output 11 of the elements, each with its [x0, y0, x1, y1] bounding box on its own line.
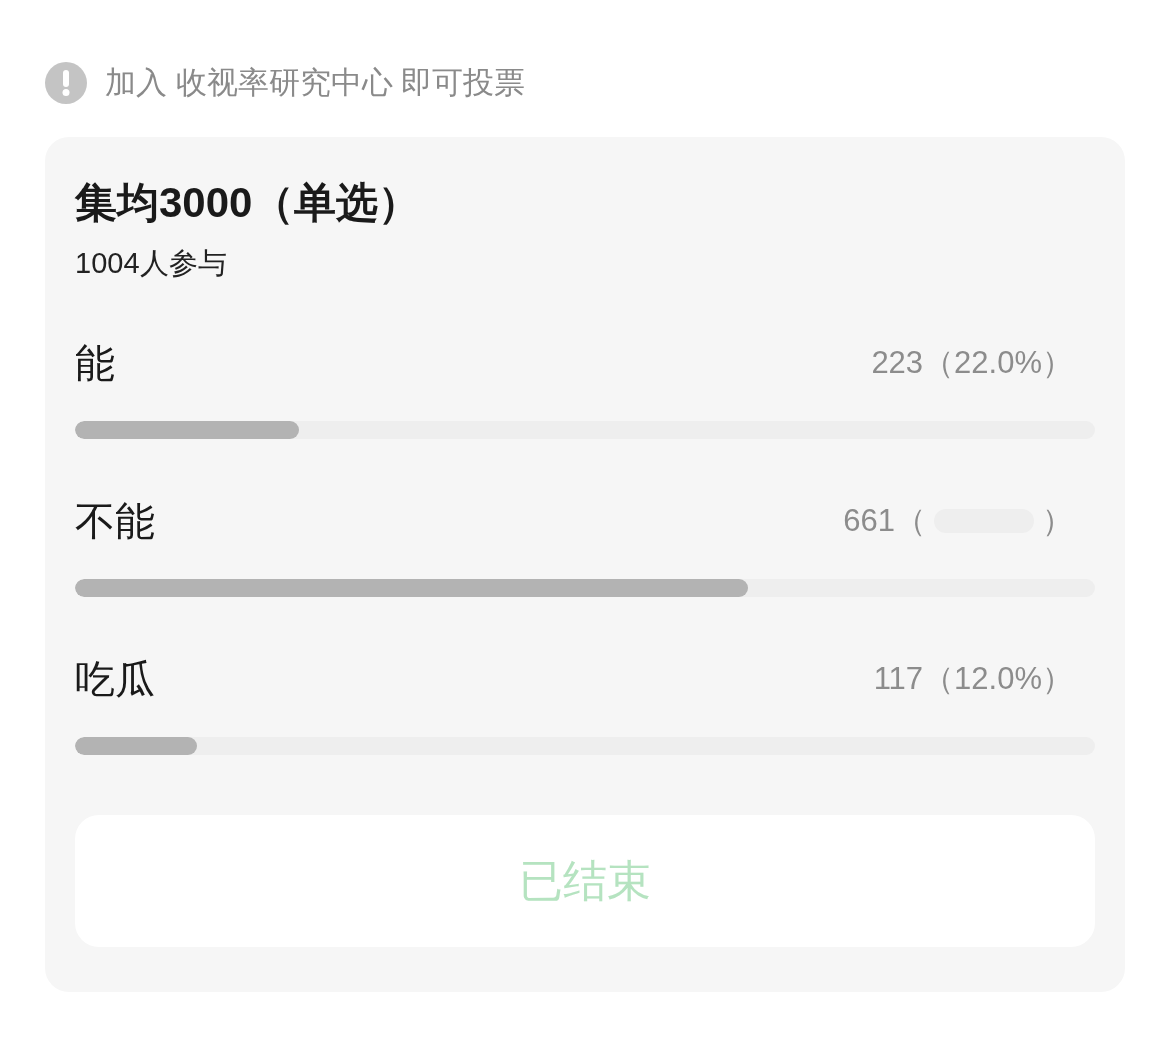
vote-reading: 223（22.0%）	[871, 343, 1073, 382]
option-label: 吃瓜	[75, 656, 155, 703]
vote-reading: 661（	[843, 501, 926, 540]
notice-text: 加入 收视率研究中心 即可投票	[105, 63, 526, 102]
participant-count: 1004人参与	[75, 246, 228, 281]
vote-reading: 117（12.0%）	[873, 659, 1073, 698]
option-label: 能	[75, 340, 115, 387]
poll-title: 集均3000（单选）	[75, 178, 422, 228]
option-label: 不能	[75, 498, 155, 545]
warning-icon	[45, 62, 87, 104]
vote-reading-end: ）	[1042, 501, 1073, 540]
